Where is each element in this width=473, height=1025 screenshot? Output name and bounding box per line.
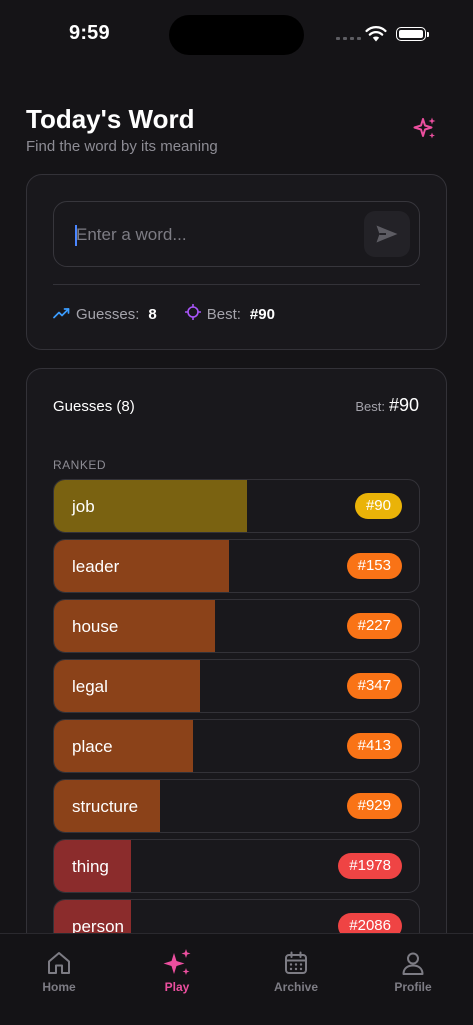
guess-row[interactable]: structure #929: [53, 779, 420, 833]
tab-bar: Home Play Archive Profile: [0, 933, 473, 1025]
best-rank-label: Best:: [206, 305, 241, 323]
guess-word: legal: [72, 677, 108, 696]
guesses-title: Guesses (8): [53, 398, 135, 415]
rank-badge: #929: [346, 793, 402, 819]
rank-badge: #90: [354, 493, 402, 519]
best-rank-value: #90: [249, 305, 275, 323]
best-value: #90: [388, 395, 419, 415]
guess-word: leader: [72, 557, 120, 576]
tab-profile[interactable]: Profile: [373, 948, 453, 994]
ranked-section-label: RANKED: [53, 458, 107, 472]
calendar-icon: [256, 948, 336, 978]
dynamic-island: [169, 15, 304, 55]
status-time: 9:59: [69, 22, 110, 44]
send-button[interactable]: [364, 211, 410, 257]
wifi-icon: [365, 25, 387, 47]
divider: [53, 284, 420, 285]
tab-archive[interactable]: Archive: [256, 948, 336, 994]
tab-home-label: Home: [42, 980, 76, 994]
guesses-card: Guesses (8) Best: #90 RANKED job #90 lead…: [26, 368, 447, 1008]
guess-row[interactable]: leader #153: [53, 539, 420, 593]
sparkles-icon[interactable]: [412, 116, 438, 147]
guess-word: thing: [72, 857, 109, 876]
guess-row[interactable]: job #90: [53, 479, 420, 533]
stats-row: Guesses: 8 Best: #90: [53, 303, 275, 324]
tab-archive-label: Archive: [273, 980, 319, 994]
rank-badge: #227: [346, 613, 402, 639]
guess-row[interactable]: legal #347: [53, 659, 420, 713]
page-title: Today's Word: [26, 104, 195, 134]
guess-word: job: [72, 497, 95, 516]
rank-badge: #347: [346, 673, 402, 699]
page-subtitle: Find the word by its meaning: [26, 138, 218, 155]
guess-word: structure: [72, 797, 139, 816]
home-icon: [19, 948, 99, 978]
rank-badge: #413: [346, 733, 402, 759]
guess-row[interactable]: place #413: [53, 719, 420, 773]
tab-play-label: Play: [164, 980, 190, 994]
trending-up-icon: [53, 306, 70, 323]
tab-play[interactable]: Play: [137, 948, 217, 994]
tab-home[interactable]: Home: [19, 948, 99, 994]
word-input[interactable]: [74, 222, 356, 248]
guesses-count-label: Guesses:: [76, 305, 140, 323]
rank-badge: #153: [346, 553, 402, 579]
sparkles-icon: [137, 948, 217, 978]
cellular-signal-icon: [336, 37, 361, 40]
guess-list: job #90 leader #153 house #227 legal #347 pl…: [53, 479, 420, 959]
send-icon: [376, 225, 398, 243]
guess-row[interactable]: house #227: [53, 599, 420, 653]
battery-icon: [396, 27, 429, 41]
guesses-count-value: 8: [148, 305, 157, 323]
guess-input-card: Guesses: 8 Best: #90: [26, 174, 447, 350]
target-icon: [184, 303, 202, 324]
guess-word: house: [72, 617, 119, 636]
tab-profile-label: Profile: [394, 980, 432, 994]
best-rank-summary: Best: #90: [355, 395, 419, 416]
user-icon: [373, 948, 453, 978]
guess-row[interactable]: thing #1978: [53, 839, 420, 893]
rank-badge: #1978: [338, 853, 402, 879]
text-cursor: [75, 225, 77, 246]
guess-word: place: [72, 737, 113, 756]
best-label: Best:: [355, 399, 385, 414]
status-bar: 9:59: [0, 0, 473, 70]
word-input-container: [53, 201, 420, 267]
